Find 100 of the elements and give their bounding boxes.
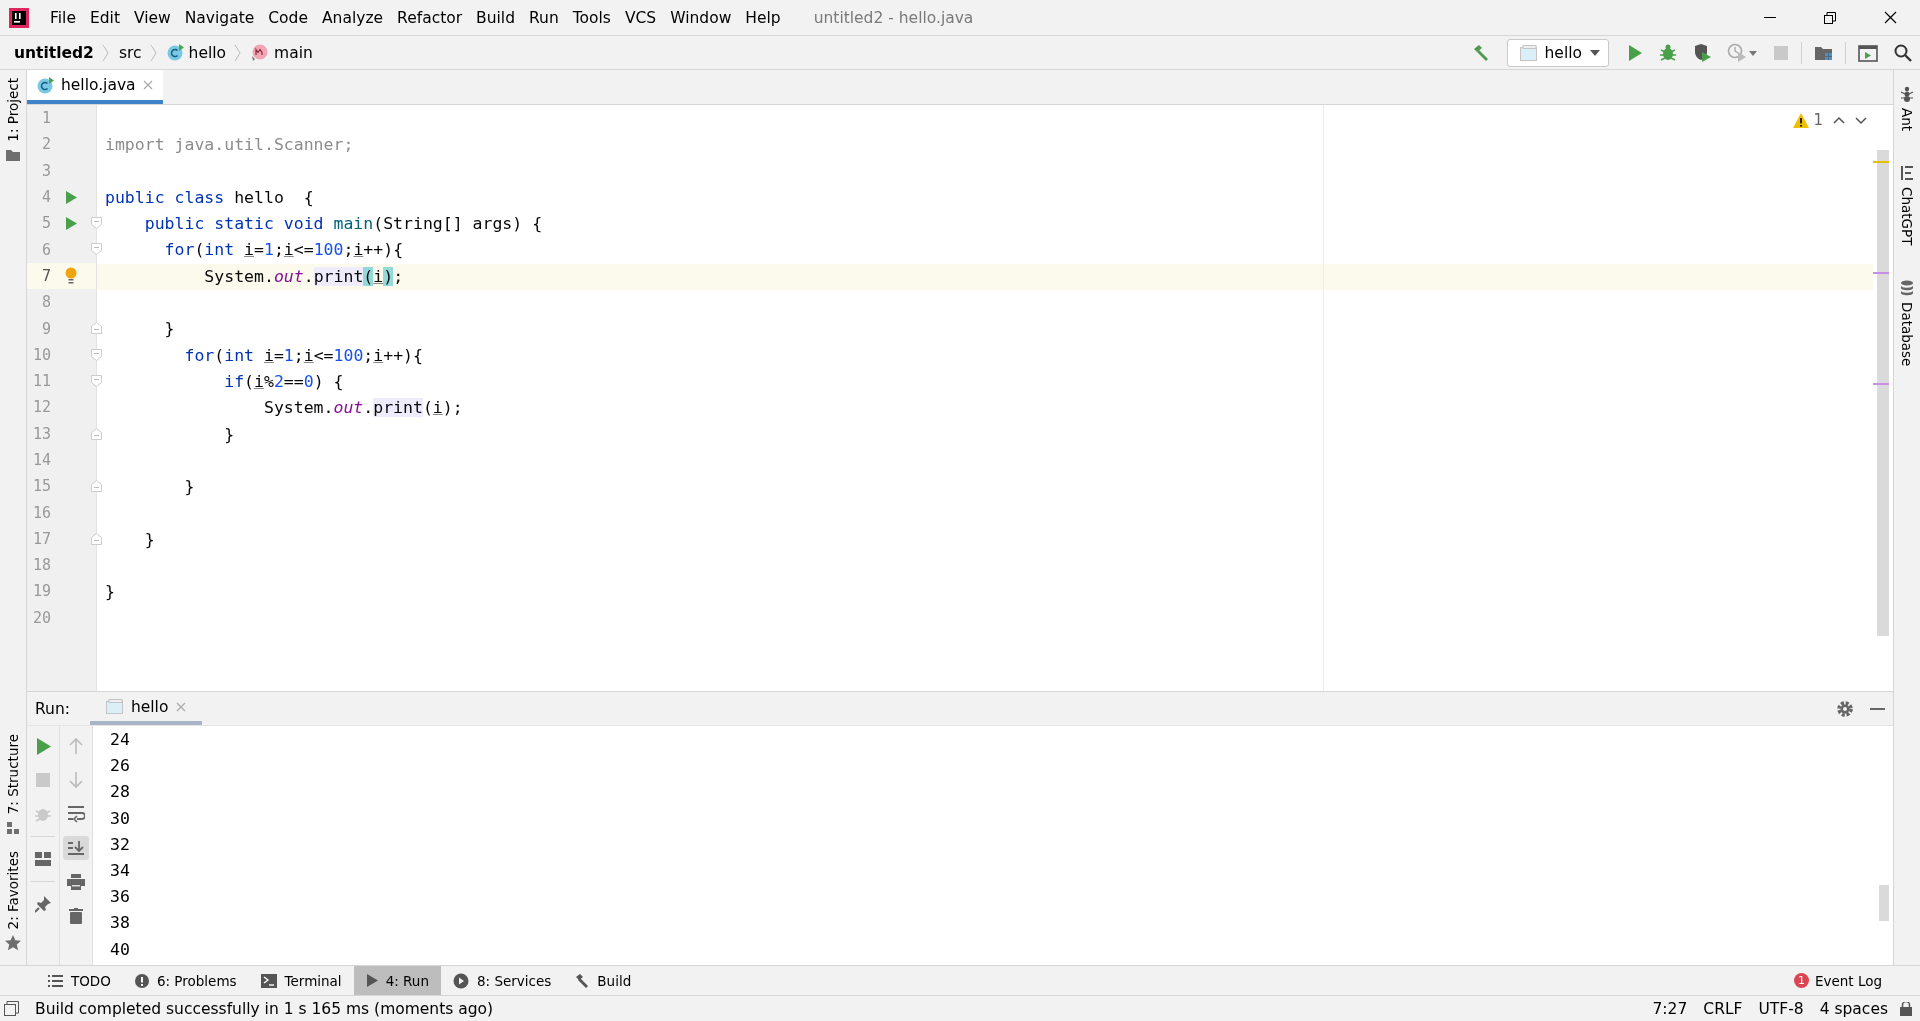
menu-item[interactable]: Analyze <box>315 8 391 27</box>
fold-icon[interactable] <box>91 243 102 256</box>
chevron-icon <box>234 43 242 62</box>
line-number: 7 <box>40 266 51 285</box>
folder-grid-icon[interactable] <box>1814 44 1833 61</box>
folder-icon <box>5 147 21 162</box>
bug-icon[interactable] <box>1659 43 1677 62</box>
search-icon[interactable] <box>1894 43 1912 62</box>
tool-window-button[interactable]: 7: Structure <box>0 726 26 843</box>
line-number: 14 <box>31 451 51 469</box>
code-line: for(int i=1;i<=100;i++){ <box>163 239 405 262</box>
window-icon <box>105 699 123 714</box>
breadcrumb-item[interactable]: src <box>108 43 146 62</box>
fold-icon[interactable] <box>91 348 102 361</box>
line-number: 2 <box>40 135 51 154</box>
menu-item[interactable]: VCS <box>617 8 664 27</box>
scrollbar-thumb[interactable] <box>1879 885 1889 921</box>
window-icon[interactable] <box>4 1001 19 1016</box>
fold-icon[interactable] <box>91 532 102 545</box>
restore-icon <box>1824 11 1836 24</box>
tool-window-tab[interactable]: 6: Problems <box>122 966 249 995</box>
arrow-up-icon[interactable] <box>69 737 83 755</box>
scroll-to-end-icon[interactable] <box>67 840 85 856</box>
run-configuration-dropdown[interactable]: hello <box>1506 38 1609 67</box>
chevron-up-icon[interactable] <box>1833 115 1845 125</box>
line-number: 4 <box>40 188 51 207</box>
menu-item[interactable]: View <box>126 8 178 27</box>
breadcrumb-item[interactable]: main <box>241 43 317 62</box>
breadcrumb-item[interactable]: hello <box>156 43 231 62</box>
console-output-line: 28 <box>110 781 130 804</box>
shield-play-icon[interactable] <box>1693 43 1711 62</box>
clock-play-icon[interactable] <box>1727 43 1757 62</box>
menu-item[interactable]: Refactor <box>390 8 470 27</box>
rerun-icon[interactable] <box>35 736 51 756</box>
arrow-down-icon[interactable] <box>69 771 83 789</box>
lightbulb-icon[interactable] <box>64 267 78 285</box>
menu-item[interactable]: Code <box>261 8 315 27</box>
lock-icon[interactable] <box>1900 1001 1912 1016</box>
tool-window-button[interactable]: 2: Favorites <box>0 842 26 959</box>
chevron-down-icon[interactable] <box>1855 115 1867 125</box>
tool-window-button[interactable]: Database <box>1899 271 1915 374</box>
pin-icon[interactable] <box>35 895 51 913</box>
menu-item[interactable]: Navigate <box>177 8 262 27</box>
run-icon[interactable] <box>65 189 77 205</box>
line-number: 10 <box>31 345 51 364</box>
fold-icon[interactable] <box>91 374 102 387</box>
tool-window-tab[interactable]: Build <box>563 966 644 995</box>
line-number: 8 <box>40 293 51 312</box>
window-play-icon[interactable] <box>1858 43 1878 62</box>
stop-icon[interactable] <box>35 772 51 788</box>
fold-icon[interactable] <box>91 217 102 230</box>
line-separator[interactable]: CRLF <box>1695 999 1751 1018</box>
app-logo-icon <box>9 7 29 28</box>
console-output-line: 38 <box>110 912 130 935</box>
code-line: import java.util.Scanner; <box>104 134 355 157</box>
printer-icon[interactable] <box>67 874 85 890</box>
menu-item[interactable]: Tools <box>565 8 618 27</box>
menu-item[interactable]: Build <box>469 8 522 27</box>
tool-window-button[interactable]: ChatGPT <box>1899 157 1915 254</box>
panel-label: Run: <box>35 699 70 718</box>
menu-item[interactable]: Edit <box>82 8 127 27</box>
event-log-button[interactable]: 1 Event Log <box>1783 966 1920 995</box>
file-encoding[interactable]: UTF-8 <box>1750 999 1812 1018</box>
exclamation-icon <box>134 973 149 988</box>
fold-icon[interactable] <box>91 480 102 493</box>
close-icon[interactable] <box>176 701 187 712</box>
console-output-line: 30 <box>110 807 130 830</box>
close-icon[interactable] <box>142 80 153 90</box>
tool-window-button[interactable]: 1: Project <box>0 70 26 170</box>
warning-counter[interactable]: 1 <box>1793 111 1823 129</box>
menu-item[interactable]: Help <box>738 8 788 27</box>
caret-position[interactable]: 7:27 <box>1644 999 1696 1018</box>
class-icon <box>37 76 54 94</box>
layout-icon[interactable] <box>35 852 51 866</box>
tool-window-button[interactable]: Ant <box>1899 78 1915 140</box>
scroll-marker <box>1873 272 1889 274</box>
menu-item[interactable]: Run <box>522 8 566 27</box>
window-icon <box>1519 44 1537 61</box>
menu-item[interactable]: File <box>43 8 83 27</box>
indent-setting[interactable]: 4 spaces <box>1811 999 1896 1018</box>
line-number: 17 <box>31 529 51 548</box>
breadcrumb-item[interactable]: untitled2 <box>0 43 98 62</box>
scrollbar[interactable] <box>1877 150 1889 636</box>
trash-icon[interactable] <box>69 908 83 924</box>
fold-icon[interactable] <box>91 427 102 440</box>
tool-window-tab[interactable]: Terminal <box>248 966 354 995</box>
editor-tab[interactable]: hello.java <box>27 70 163 104</box>
caret-icon <box>1590 49 1600 56</box>
menu-item[interactable]: Window <box>663 8 739 27</box>
soft-wrap-icon[interactable] <box>67 805 85 823</box>
run-icon[interactable] <box>65 215 77 231</box>
line-number: 5 <box>40 214 51 233</box>
fold-icon[interactable] <box>91 322 102 335</box>
tool-window-tab[interactable]: 8: Services <box>440 966 564 995</box>
settings-icon[interactable] <box>1836 699 1854 718</box>
stop-icon[interactable] <box>1773 44 1789 61</box>
run-icon[interactable] <box>1627 43 1643 62</box>
tool-window-tab[interactable]: 4: Run <box>353 966 441 995</box>
play-icon <box>365 973 378 988</box>
tool-window-tab[interactable]: TODO <box>36 966 123 995</box>
